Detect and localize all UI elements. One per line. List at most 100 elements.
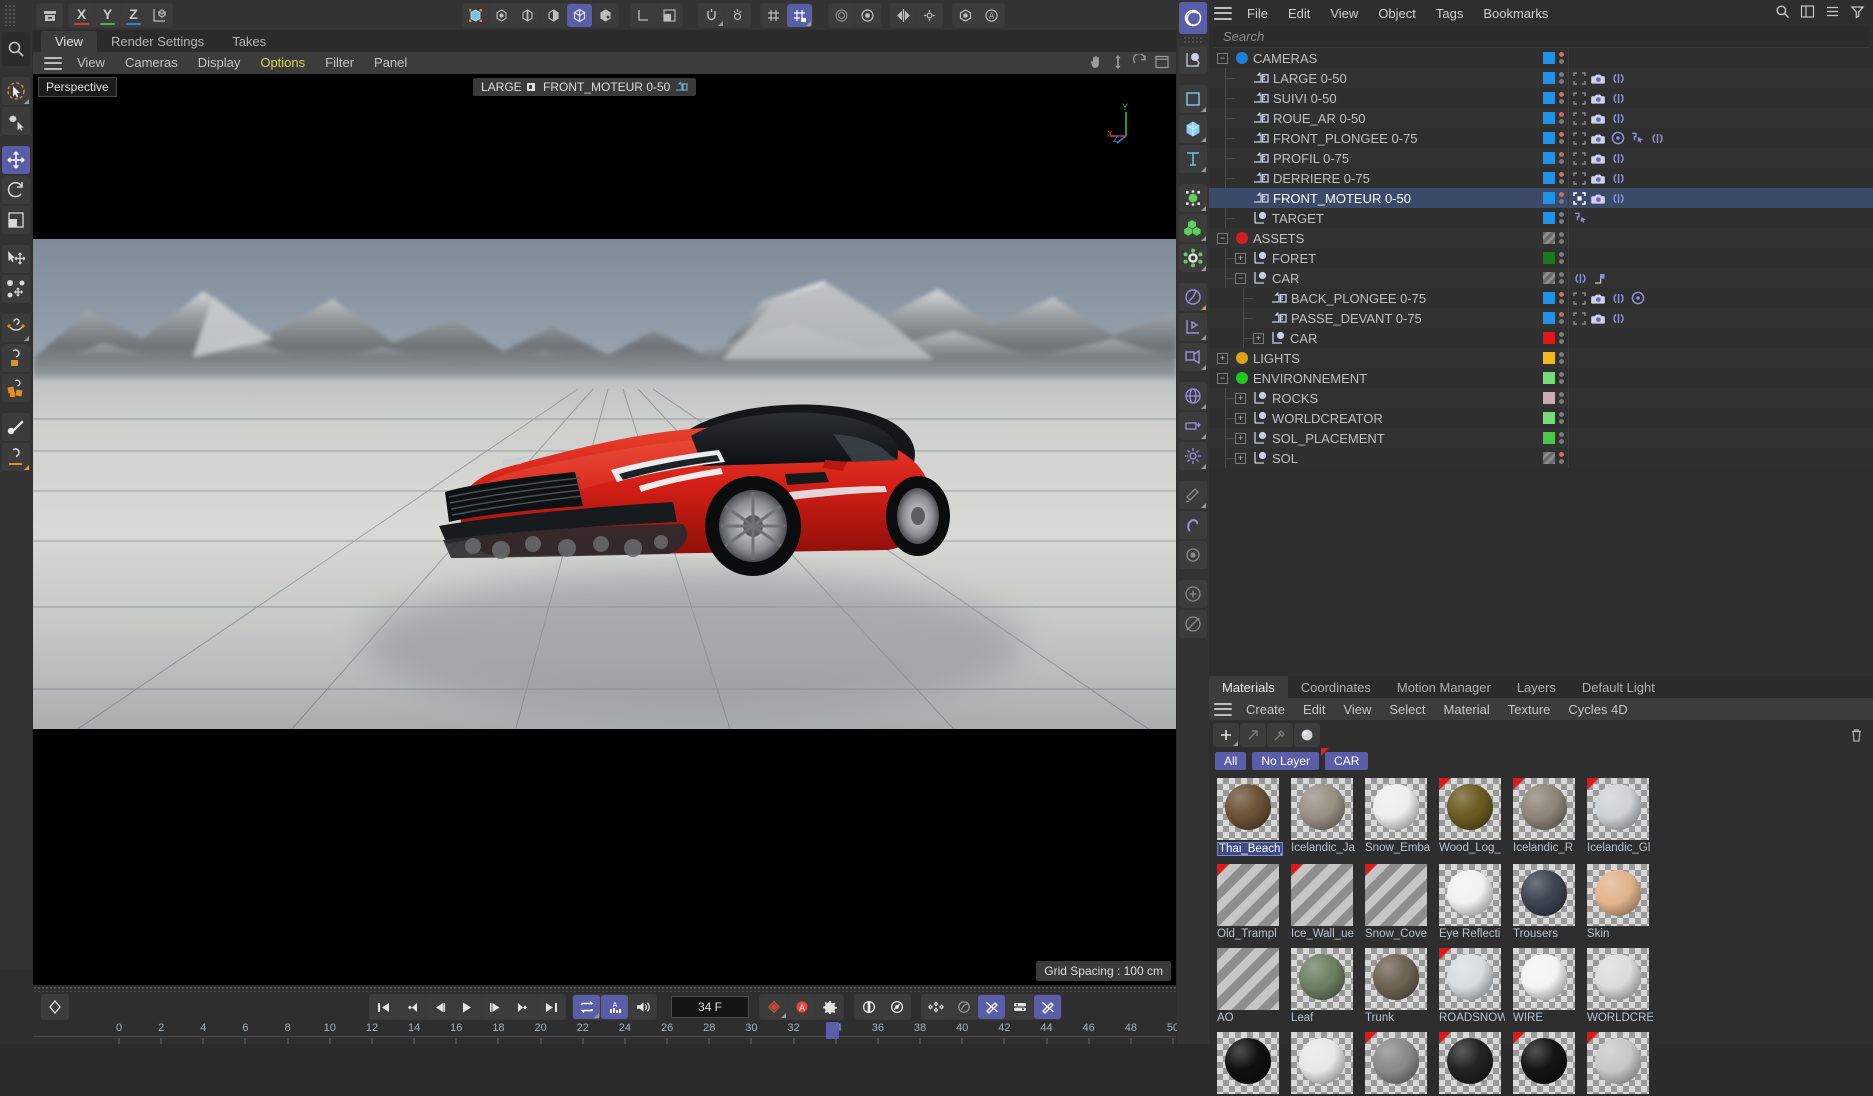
protection-tag-icon[interactable] [1611, 172, 1626, 185]
material-thumbnail[interactable] [1291, 778, 1353, 840]
timeline-playhead[interactable] [825, 1022, 839, 1039]
collapse-icon[interactable]: − [1217, 52, 1228, 64]
target-frame-icon[interactable] [1573, 91, 1586, 105]
material-thumbnail[interactable] [1365, 1032, 1427, 1094]
layer-color-swatch[interactable] [1543, 92, 1555, 104]
visibility-dots[interactable] [1559, 352, 1564, 364]
object-manager-menu-icon[interactable] [1214, 6, 1232, 20]
material-thumbnail[interactable] [1365, 864, 1427, 926]
motion-tracker-icon[interactable] [1179, 610, 1207, 638]
object-row[interactable]: + FORET [1209, 248, 1873, 268]
scale-tool-icon[interactable] [2, 206, 30, 234]
layer-color-swatch[interactable] [1543, 152, 1555, 164]
om-menu-edit[interactable]: Edit [1278, 6, 1320, 21]
expand-icon[interactable]: + [1235, 392, 1246, 404]
ring-icon[interactable] [829, 4, 854, 27]
protection-tag-icon[interactable] [1611, 92, 1626, 105]
material-cell[interactable] [1291, 1032, 1357, 1096]
object-mode-icon[interactable] [567, 4, 592, 27]
simulate-icon[interactable] [1179, 481, 1207, 509]
play-icon[interactable] [454, 995, 481, 1019]
record-key-icon[interactable] [41, 994, 69, 1020]
magnet-snap-icon[interactable] [699, 4, 724, 27]
material-cell[interactable]: Ice_Wall_ue [1291, 864, 1357, 940]
layer-color-swatch[interactable] [1543, 332, 1555, 344]
menu-cameras[interactable]: Cameras [115, 52, 188, 74]
menu-display[interactable]: Display [188, 52, 251, 74]
target-frame-icon[interactable] [1573, 71, 1586, 85]
material-cell[interactable]: Icelandic_R [1513, 778, 1579, 856]
tab-takes[interactable]: Takes [218, 31, 280, 52]
generator-icon[interactable] [1179, 184, 1207, 212]
material-thumbnail[interactable] [1513, 948, 1575, 1010]
move-tool-icon[interactable] [2, 146, 30, 174]
target-frame-active-icon[interactable] [1573, 191, 1586, 205]
material-cell[interactable]: Leaf [1291, 948, 1357, 1024]
array-icon[interactable] [1179, 214, 1207, 242]
mm-tab-motion-manager[interactable]: Motion Manager [1384, 676, 1504, 698]
protection-tag-icon[interactable] [1611, 192, 1626, 205]
om-menu-tags[interactable]: Tags [1426, 6, 1473, 21]
projection-label[interactable]: Perspective [38, 77, 117, 97]
visibility-dots[interactable] [1559, 52, 1564, 64]
cinema4d-logo-icon[interactable] [1179, 2, 1207, 34]
om-menu-bookmarks[interactable]: Bookmarks [1473, 6, 1558, 21]
camera-tag-icon[interactable] [1591, 152, 1606, 165]
material-thumbnail[interactable] [1217, 864, 1279, 926]
visibility-dots[interactable] [1559, 132, 1564, 144]
workplane-objects-icon[interactable] [2, 374, 30, 402]
point-level-anim-icon[interactable] [922, 995, 949, 1019]
workplane-icon[interactable] [657, 4, 682, 27]
object-row[interactable]: − ASSETS [1209, 228, 1873, 248]
layer-color-swatch[interactable] [1543, 292, 1555, 304]
mm-menu-create[interactable]: Create [1237, 702, 1294, 717]
workplane-lock-icon[interactable] [2, 344, 30, 372]
material-thumbnail[interactable] [1439, 778, 1501, 840]
model-mode-icon[interactable] [463, 4, 488, 27]
om-menu-object[interactable]: Object [1368, 6, 1426, 21]
pick-material-icon[interactable] [1267, 723, 1293, 747]
mirror-icon[interactable] [891, 4, 916, 27]
protection-tag-icon[interactable] [1611, 292, 1626, 305]
layer-color-swatch[interactable] [1543, 312, 1555, 324]
go-to-end-icon[interactable] [538, 995, 565, 1019]
pan-icon[interactable] [1088, 54, 1104, 70]
collapse-icon[interactable]: − [1235, 272, 1246, 284]
target-frame-icon[interactable] [1573, 171, 1586, 185]
light-object-icon[interactable] [1179, 343, 1207, 371]
material-thumbnail[interactable] [1217, 1032, 1279, 1094]
object-row[interactable]: PASSE_DEVANT 0-75 [1209, 308, 1873, 328]
dolly-icon[interactable] [1110, 54, 1126, 70]
material-thumbnail[interactable] [1439, 864, 1501, 926]
position-key-icon[interactable] [855, 995, 882, 1019]
visibility-dots[interactable] [1559, 72, 1564, 84]
tab-render-settings[interactable]: Render Settings [97, 31, 218, 52]
material-thumbnail[interactable] [1439, 1032, 1501, 1094]
visibility-dots[interactable] [1559, 172, 1564, 184]
target-frame-icon[interactable] [1573, 131, 1586, 145]
visibility-dots[interactable] [1559, 312, 1564, 324]
camera-tag-icon[interactable] [1591, 312, 1606, 325]
visibility-dots[interactable] [1559, 332, 1564, 344]
next-key-icon[interactable] [510, 995, 537, 1019]
object-row[interactable]: TARGET [1209, 208, 1873, 228]
layer-color-swatch[interactable] [1543, 172, 1555, 184]
add-material-icon[interactable] [1213, 723, 1239, 747]
maximize-icon[interactable] [1154, 54, 1170, 70]
selection-settings-icon[interactable] [2, 107, 30, 135]
visibility-dots[interactable] [1559, 212, 1564, 224]
record-active-icon[interactable] [760, 995, 787, 1019]
material-thumbnail[interactable] [1217, 778, 1279, 840]
preview-sphere-icon[interactable] [1294, 723, 1320, 747]
protection-tag-icon[interactable] [1611, 112, 1626, 125]
menu-panel[interactable]: Panel [364, 52, 417, 74]
hair-icon[interactable] [1179, 511, 1207, 539]
layout-icon[interactable] [1800, 4, 1815, 19]
polygon-mode-icon[interactable] [541, 4, 566, 27]
filter-icon[interactable] [1850, 4, 1865, 19]
material-thumbnail[interactable] [1291, 1032, 1353, 1094]
scale-key-icon[interactable] [883, 995, 910, 1019]
align-tag-icon[interactable] [1630, 132, 1645, 145]
target-tag-icon[interactable] [1631, 291, 1645, 305]
material-cell[interactable]: Old_Trampl [1217, 864, 1283, 940]
